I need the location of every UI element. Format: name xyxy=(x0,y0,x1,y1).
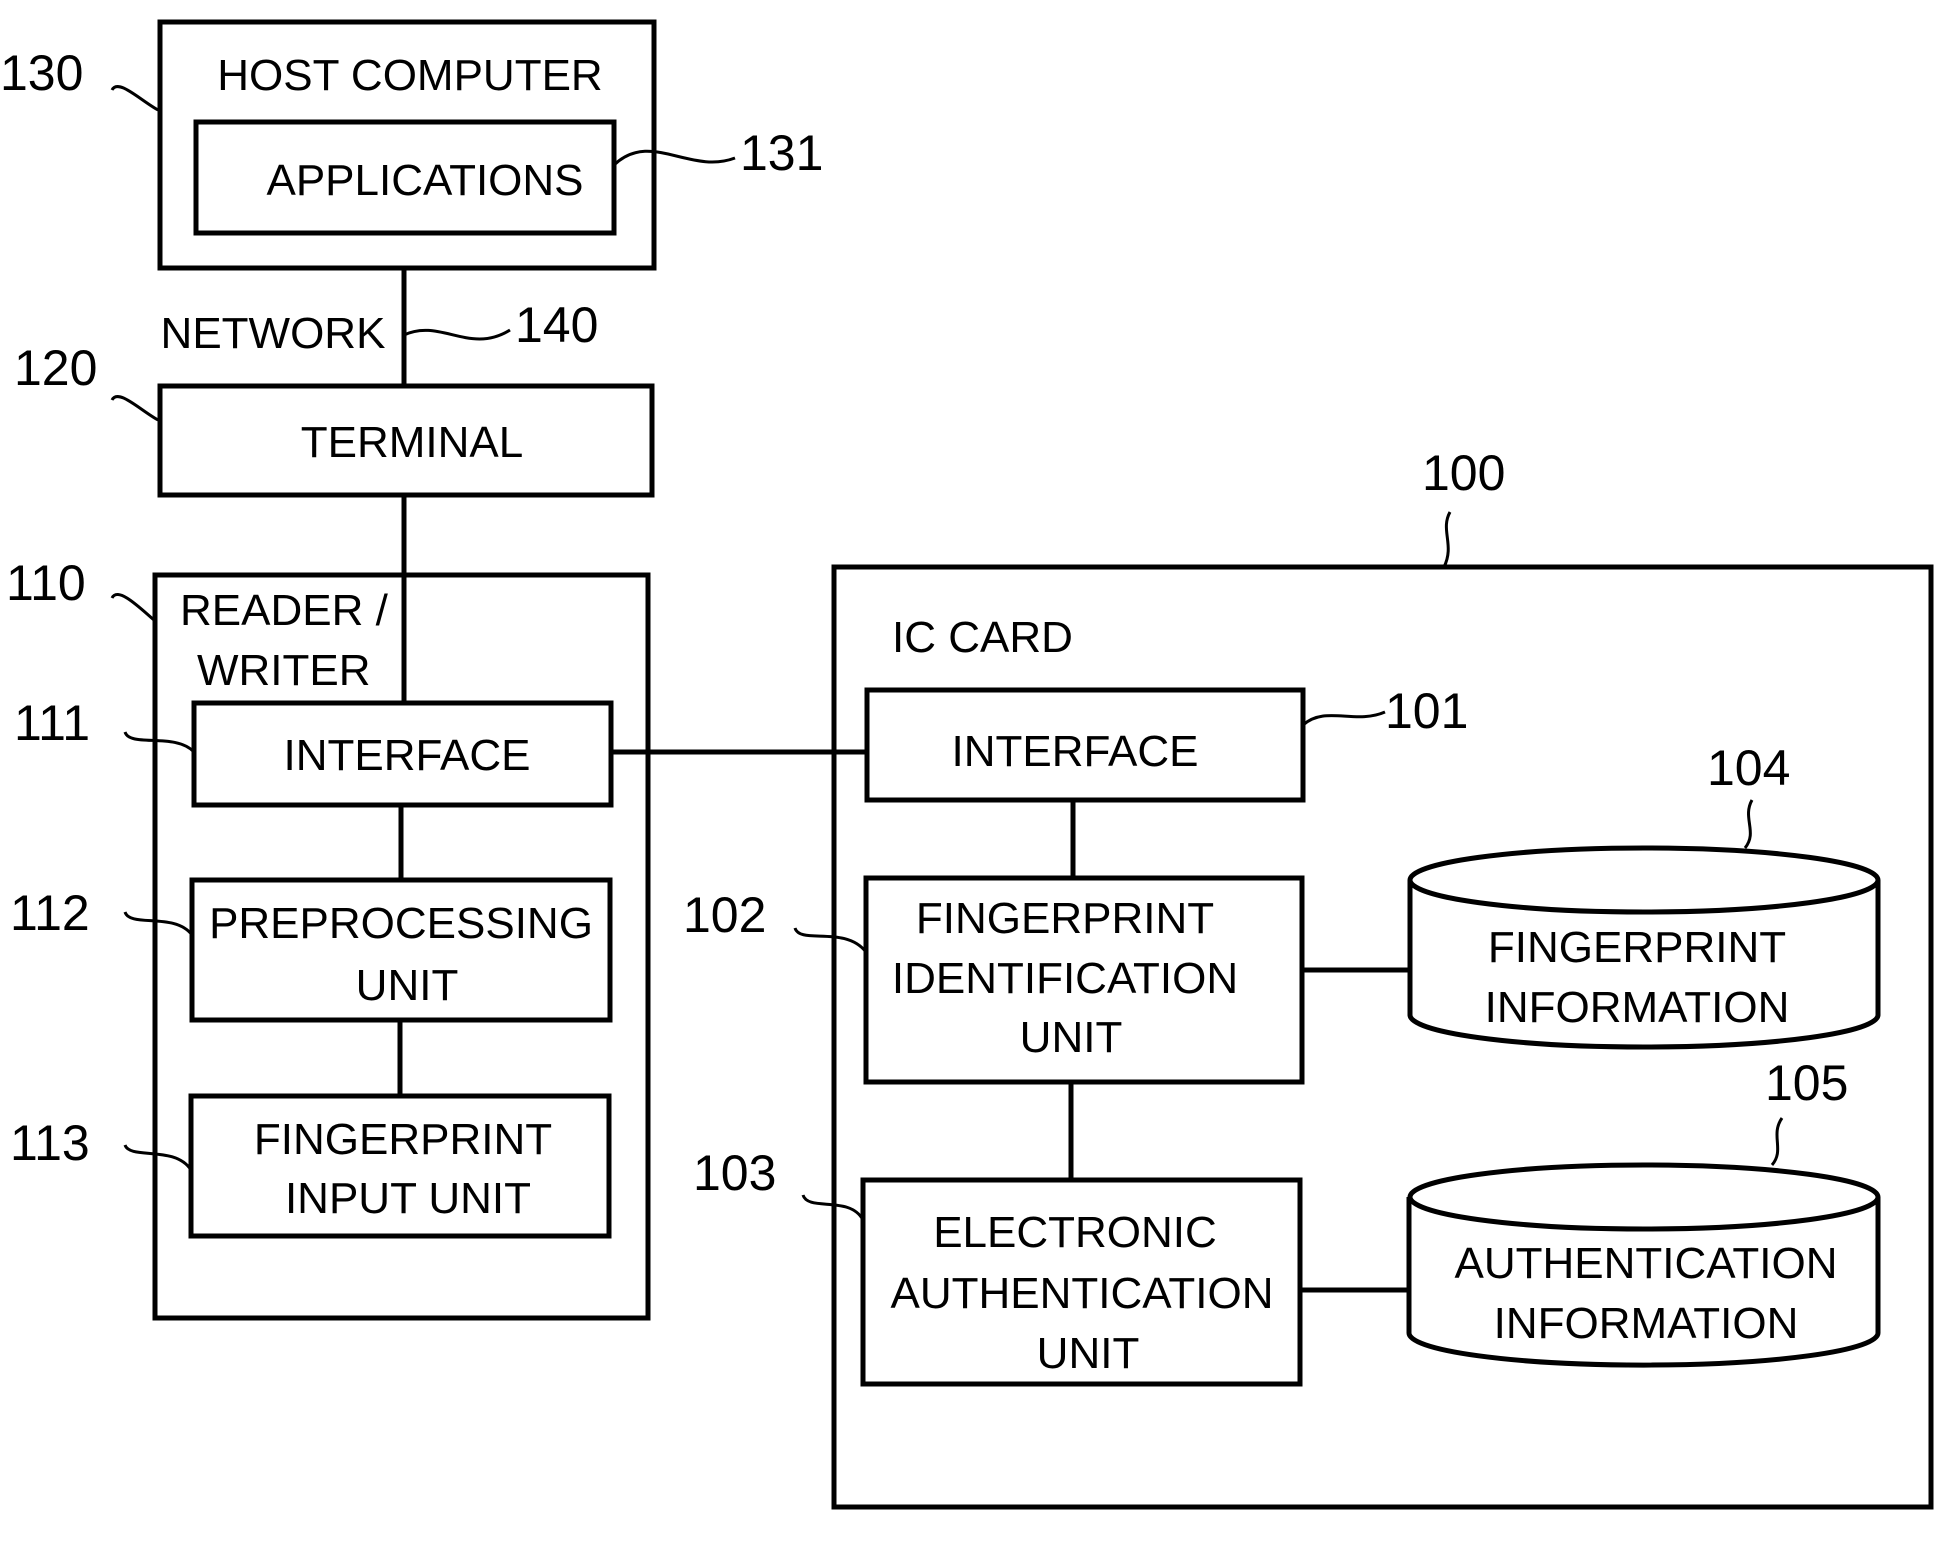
leader-102 xyxy=(793,927,868,953)
ic-interface-label: INTERFACE xyxy=(952,727,1199,776)
rw-interface-label: INTERFACE xyxy=(284,731,531,780)
ref-102: 102 xyxy=(683,887,766,943)
electronic-authentication-label-1: ELECTRONIC xyxy=(933,1208,1217,1257)
ref-111: 111 xyxy=(14,695,90,751)
ref-130: 130 xyxy=(0,45,83,101)
electronic-authentication-label-3: UNIT xyxy=(1037,1329,1140,1378)
ref-110: 110 xyxy=(6,555,86,611)
ref-103: 103 xyxy=(693,1145,776,1201)
leader-130 xyxy=(110,85,159,112)
leader-110 xyxy=(110,593,155,622)
ref-101: 101 xyxy=(1385,683,1468,739)
reader-writer-label-2: WRITER xyxy=(197,646,371,695)
block-diagram: HOST COMPUTER APPLICATIONS NETWORK TERMI… xyxy=(0,19,1934,1510)
host-computer-label: HOST COMPUTER xyxy=(217,51,602,100)
ic-card-label: IC CARD xyxy=(892,613,1073,662)
leader-111 xyxy=(123,731,196,754)
ref-104: 104 xyxy=(1707,740,1790,796)
leader-101 xyxy=(1301,710,1386,727)
leader-104 xyxy=(1743,799,1754,849)
fingerprint-information-label-1: FINGERPRINT xyxy=(1488,923,1786,972)
electronic-authentication-label-2: AUTHENTICATION xyxy=(891,1269,1274,1318)
ic-card-box xyxy=(831,564,1934,1510)
fingerprint-input-label-2: INPUT UNIT xyxy=(285,1174,531,1223)
leader-140 xyxy=(403,328,511,341)
ref-113: 113 xyxy=(10,1115,90,1171)
ref-140: 140 xyxy=(515,297,598,353)
terminal-label: TERMINAL xyxy=(301,418,523,467)
ref-105: 105 xyxy=(1765,1055,1848,1111)
ref-100: 100 xyxy=(1422,445,1505,501)
fingerprint-identification-label-1: FINGERPRINT xyxy=(916,894,1214,943)
applications-label: APPLICATIONS xyxy=(266,156,583,205)
leader-131 xyxy=(612,149,736,167)
leader-112 xyxy=(123,911,194,936)
leader-120 xyxy=(110,395,159,422)
leader-100 xyxy=(1442,511,1452,568)
reader-writer-label-1: READER / xyxy=(180,586,389,635)
fingerprint-information-label-2: INFORMATION xyxy=(1485,983,1790,1032)
authentication-information-label-2: INFORMATION xyxy=(1494,1299,1799,1348)
preprocessing-label-2: UNIT xyxy=(356,961,459,1010)
authentication-information-label-1: AUTHENTICATION xyxy=(1455,1239,1838,1288)
fingerprint-identification-label-3: UNIT xyxy=(1020,1013,1123,1062)
ref-120: 120 xyxy=(14,340,97,396)
network-label: NETWORK xyxy=(161,309,386,358)
leader-113 xyxy=(123,1144,193,1171)
fingerprint-identification-label-2: IDENTIFICATION xyxy=(892,954,1238,1003)
ref-112: 112 xyxy=(10,885,90,941)
preprocessing-label-1: PREPROCESSING xyxy=(209,899,593,948)
leader-105 xyxy=(1770,1117,1784,1166)
fingerprint-input-label-1: FINGERPRINT xyxy=(254,1115,552,1164)
ref-131: 131 xyxy=(740,125,823,181)
